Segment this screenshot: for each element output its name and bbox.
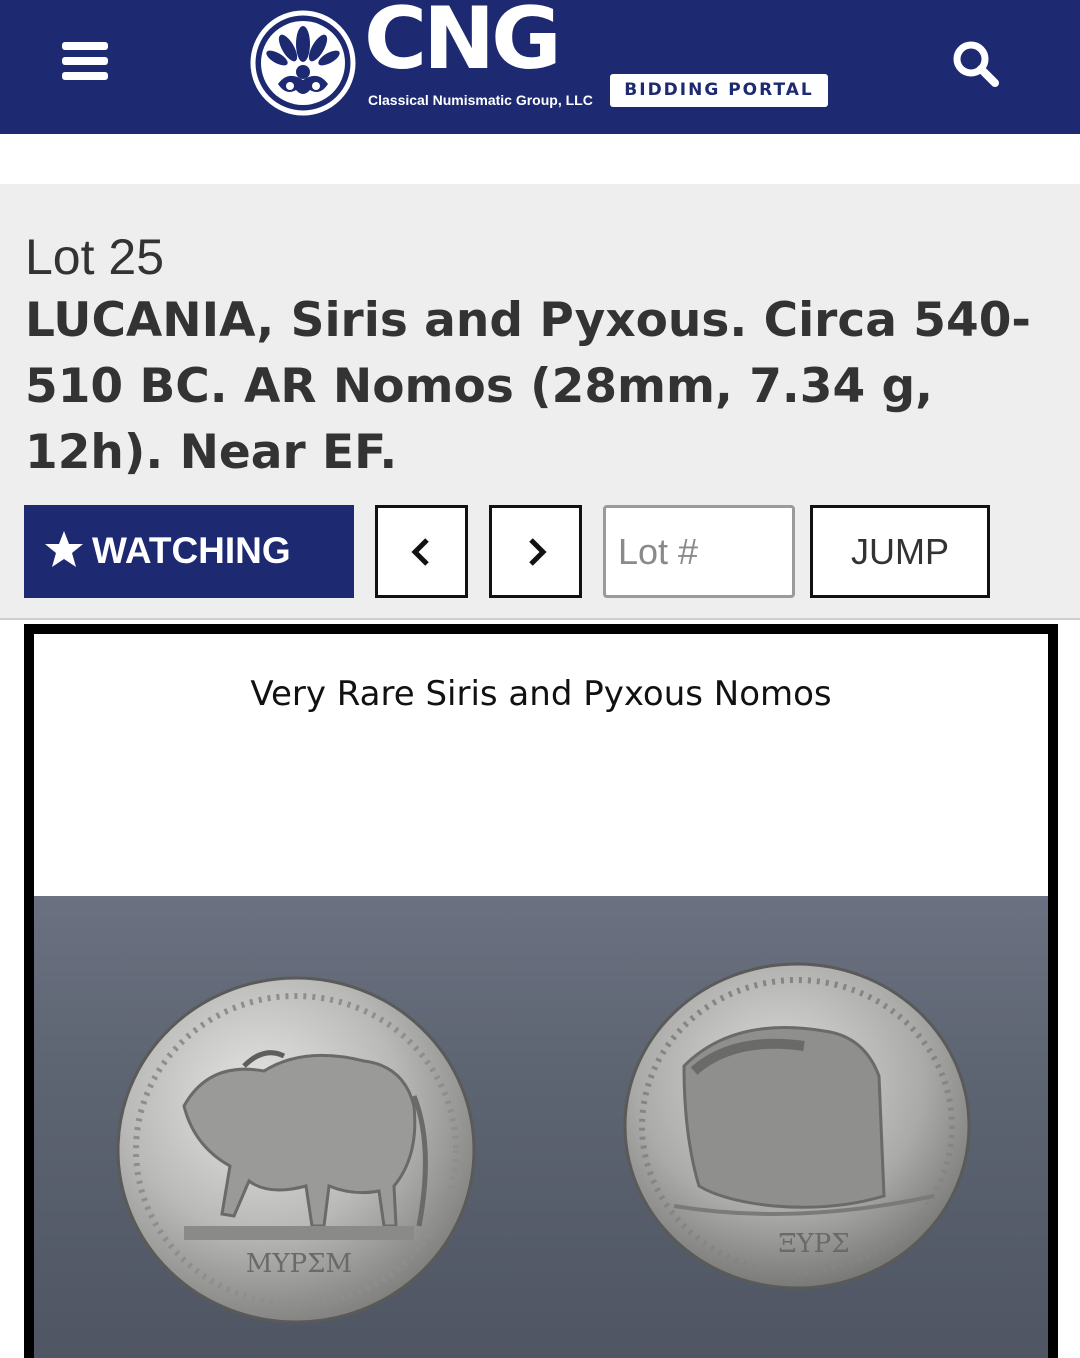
palmette-logo-icon [250,10,356,116]
svg-text:ΞΥΡΣ: ΞΥΡΣ [778,1229,849,1259]
lot-number: Lot 25 [25,229,165,285]
cng-logo[interactable]: CNG Classical Numismatic Group, LLC BIDD… [250,0,840,118]
star-icon [45,531,83,567]
svg-text:ΜΥΡΣΜ: ΜΥΡΣΜ [246,1249,352,1279]
logo-subtitle: Classical Numismatic Group, LLC [368,92,593,108]
obverse-coin: ΜΥΡΣΜ [116,976,476,1324]
bidding-portal-badge: BIDDING PORTAL [610,74,828,107]
lot-info-panel: Lot 25 LUCANIA, Siris and Pyxous. Circa … [0,184,1080,620]
coin-photo[interactable]: ΜΥΡΣΜ ΞΥΡΣ [34,896,1048,1358]
logo-text: CNG [364,0,562,89]
chevron-right-icon [529,538,547,566]
chevron-left-icon [411,538,429,566]
lot-title: LUCANIA, Siris and Pyxous. Circa 540-510… [25,293,1031,480]
search-icon[interactable] [950,38,1002,90]
lot-image-frame: Very Rare Siris and Pyxous Nomos ΜΥΡΣΜ Ξ… [24,624,1058,1358]
image-caption: Very Rare Siris and Pyxous Nomos [250,674,832,714]
jump-button[interactable]: JUMP [810,505,990,598]
lot-number-input[interactable] [603,505,795,598]
watching-label: WATCHING [92,530,291,571]
next-lot-button[interactable] [489,505,582,598]
hamburger-menu-icon[interactable] [62,42,108,80]
reverse-coin: ΞΥΡΣ [623,962,971,1290]
watching-button[interactable]: WATCHING [24,505,354,598]
top-nav-bar: CNG Classical Numismatic Group, LLC BIDD… [0,0,1080,134]
coin-illustration: ΜΥΡΣΜ ΞΥΡΣ [116,962,971,1324]
previous-lot-button[interactable] [375,505,468,598]
